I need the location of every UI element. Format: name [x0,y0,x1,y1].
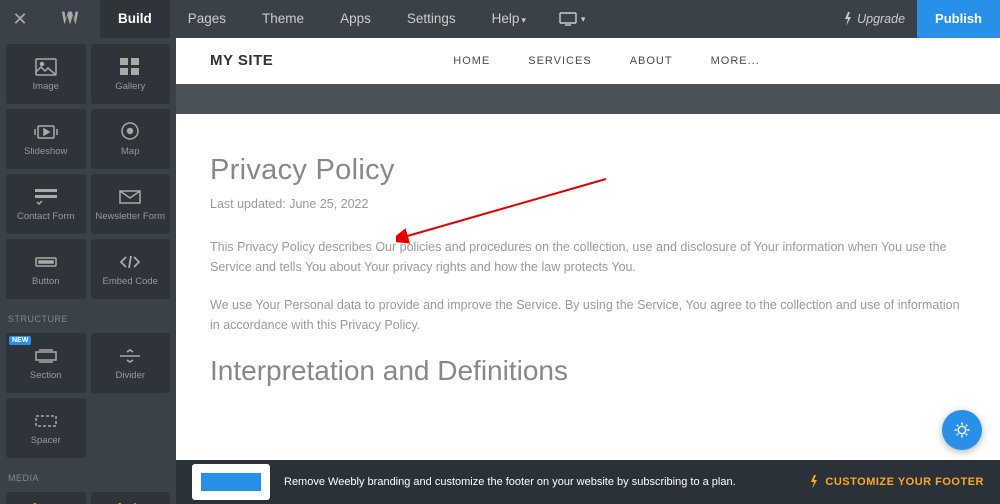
tile-gallery[interactable]: Gallery [91,44,171,104]
tile-divider[interactable]: Divider [91,333,171,393]
menu-help[interactable]: Help▾ [474,0,544,39]
divider-icon [118,345,142,367]
spacer-icon [34,410,58,432]
gallery-icon [118,56,142,78]
site-header: MY SITE HOME SERVICES ABOUT MORE... [176,38,1000,84]
main-menu: Build Pages Theme Apps Settings Help▾ [100,0,544,39]
tile-label: Spacer [31,436,61,446]
tile-label: Slideshow [24,147,67,157]
button-icon [34,251,58,273]
menu-build[interactable]: Build [100,0,170,39]
tile-spacer[interactable]: Spacer [6,398,86,458]
site-nav: HOME SERVICES ABOUT MORE... [453,55,760,67]
page-heading[interactable]: Privacy Policy [210,154,966,187]
tile-embed-code[interactable]: Embed Code [91,239,171,299]
paragraph-1[interactable]: This Privacy Policy describes Our polici… [210,237,966,277]
page-content[interactable]: Privacy Policy Last updated: June 25, 20… [176,114,1000,407]
nav-more[interactable]: MORE... [711,55,760,67]
tile-label: Contact Form [17,212,75,222]
tile-label: Map [121,147,139,157]
publish-button[interactable]: Publish [917,0,1000,38]
media-heading: MEDIA [6,463,170,487]
editor-canvas[interactable]: MY SITE HOME SERVICES ABOUT MORE... Priv… [176,38,1000,504]
menu-apps[interactable]: Apps [322,0,389,39]
tile-contact-form[interactable]: Contact Form [6,174,86,234]
tile-media-2[interactable] [91,492,171,504]
menu-theme[interactable]: Theme [244,0,322,39]
help-fab[interactable] [942,410,982,450]
customize-footer-button[interactable]: CUSTOMIZE YOUR FOOTER [809,475,984,489]
structure-heading: STRUCTURE [6,304,170,328]
newsletter-icon [118,186,142,208]
tile-label: Button [32,277,59,287]
map-icon [118,121,142,143]
site-title[interactable]: MY SITE [210,52,273,69]
footer-text: Remove Weebly branding and customize the… [284,475,736,490]
close-icon[interactable]: ✕ [0,9,40,30]
tile-slideshow[interactable]: Slideshow [6,109,86,169]
tile-label: Image [33,82,59,92]
section-icon [34,345,58,367]
slideshow-icon [34,121,58,143]
tile-label: Newsletter Form [95,212,165,222]
tile-section[interactable]: NEW Section [6,333,86,393]
contact-form-icon [34,186,58,208]
menu-pages[interactable]: Pages [170,0,244,39]
last-updated[interactable]: Last updated: June 25, 2022 [210,197,966,211]
footer-upsell-bar: Remove Weebly branding and customize the… [176,460,1000,504]
top-bar: ✕ Build Pages Theme Apps Settings Help▾ … [0,0,1000,38]
tile-label: Embed Code [103,277,158,287]
weebly-logo[interactable] [40,8,100,30]
tile-map[interactable]: Map [91,109,171,169]
tile-image[interactable]: Image [6,44,86,104]
nav-about[interactable]: ABOUT [630,55,673,67]
device-preview-icon[interactable]: ▾ [544,12,601,26]
menu-settings[interactable]: Settings [389,0,474,39]
section-heading[interactable]: Interpretation and Definitions [210,355,966,387]
nav-home[interactable]: HOME [453,55,490,67]
tile-label: Divider [115,371,145,381]
tile-media-1[interactable] [6,492,86,504]
code-icon [118,251,142,273]
new-badge: NEW [9,336,31,345]
tile-button[interactable]: Button [6,239,86,299]
section-strip [176,84,1000,114]
footer-preview-thumb [192,464,270,500]
upgrade-button[interactable]: Upgrade [831,12,917,26]
paragraph-2[interactable]: We use Your Personal data to provide and… [210,295,966,335]
tile-newsletter-form[interactable]: Newsletter Form [91,174,171,234]
nav-services[interactable]: SERVICES [528,55,591,67]
tile-label: Section [30,371,62,381]
image-icon [34,56,58,78]
tile-label: Gallery [115,82,145,92]
element-sidebar: Image Gallery Slideshow Map Contact Form… [0,38,176,504]
